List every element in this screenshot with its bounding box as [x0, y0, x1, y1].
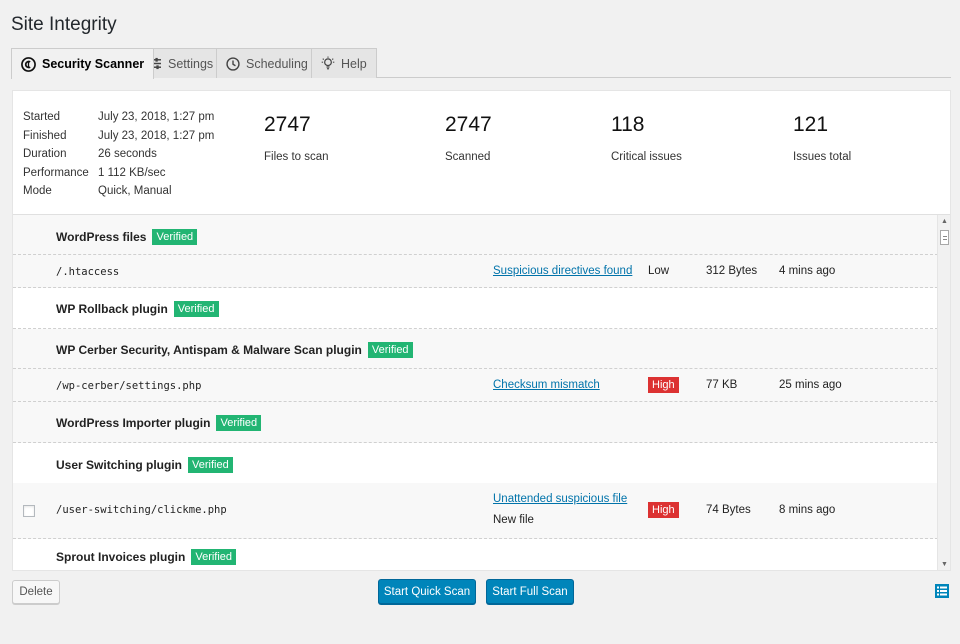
section-name: WP Cerber Security, Antispam & Malware S… — [56, 343, 362, 357]
file-time: 4 mins ago — [779, 265, 836, 277]
scroll-thumb[interactable] — [940, 230, 949, 245]
scroll-up-arrow-icon[interactable]: ▲ — [938, 215, 951, 227]
file-size: 312 Bytes — [706, 265, 758, 277]
meta-label-finished: Finished — [23, 129, 67, 142]
meta-value-performance: 1 112 KB/sec — [98, 166, 166, 179]
tab-label: Help — [341, 56, 367, 71]
tab-help[interactable]: Help — [311, 48, 377, 78]
issue-link[interactable]: Checksum mismatch — [493, 379, 600, 391]
section-header-row: WordPress files Verified — [13, 215, 938, 255]
lightbulb-icon — [321, 56, 335, 71]
section-title: Sprout Invoices plugin Verified — [56, 549, 237, 565]
stat-value: 2747 — [264, 113, 311, 136]
section-title: WP Rollback plugin Verified — [56, 301, 219, 317]
tab-security-scanner[interactable]: Security Scanner — [11, 48, 155, 79]
verified-badge: Verified — [152, 229, 198, 245]
section-header-row: User Switching plugin Verified — [13, 443, 938, 483]
stat-critical-issues: 118 Critical issues — [611, 113, 682, 163]
meta-label-mode: Mode — [23, 185, 52, 197]
file-path: /wp-cerber/settings.php — [56, 380, 202, 392]
file-path: /user-switching/clickme.php — [56, 504, 227, 516]
meta-value-duration: 26 seconds — [98, 148, 157, 160]
section-header-row: WP Cerber Security, Antispam & Malware S… — [13, 329, 938, 369]
file-time: 25 mins ago — [779, 379, 842, 391]
section-title: WordPress files Verified — [56, 229, 198, 245]
section-name: WordPress Importer plugin — [56, 416, 211, 430]
stat-value: 118 — [611, 113, 645, 136]
section-title: WordPress Importer plugin Verified — [56, 415, 262, 431]
section-title: WP Cerber Security, Antispam & Malware S… — [56, 342, 413, 358]
verified-badge: Verified — [191, 549, 237, 565]
verified-badge: Verified — [188, 457, 233, 473]
page-title: Site Integrity — [11, 14, 117, 35]
scan-meta: Started July 23, 2018, 1:27 pm Finished Ju… — [23, 111, 214, 204]
severity-badge: High — [648, 502, 679, 518]
tab-scheduling[interactable]: Scheduling — [216, 48, 318, 78]
stat-label: Files to scan — [264, 151, 329, 163]
list-view-icon[interactable] — [935, 584, 949, 598]
scan-results-panel: Started July 23, 2018, 1:27 pm Finished Ju… — [12, 90, 951, 571]
severity-badge: High — [648, 377, 679, 393]
scan-results-list: WordPress files Verified /.htaccess Susp… — [13, 215, 938, 570]
meta-label-performance: Performance — [23, 166, 89, 179]
section-name: WP Rollback plugin — [56, 302, 168, 316]
verified-badge: Verified — [216, 415, 262, 431]
meta-label-started: Started — [23, 111, 61, 123]
cerber-logo-icon — [21, 56, 36, 72]
tab-label: Settings — [168, 56, 214, 71]
issue-link[interactable]: Suspicious directives found — [493, 265, 632, 277]
verified-badge: Verified — [173, 301, 219, 317]
section-name: WordPress files — [56, 230, 147, 244]
issue-subtext: New file — [493, 514, 534, 526]
meta-value-started: July 23, 2018, 1:27 pm — [98, 111, 215, 123]
section-header-row: WP Rollback plugin Verified — [13, 288, 938, 329]
stat-value: 2747 — [445, 113, 492, 136]
file-size: 74 Bytes — [706, 504, 751, 516]
stat-label: Scanned — [445, 151, 491, 163]
tab-label: Scheduling — [246, 56, 308, 71]
file-size: 77 KB — [706, 379, 738, 391]
issue-link[interactable]: Unattended suspicious file — [493, 493, 627, 505]
section-header-row: Sprout Invoices plugin Verified — [13, 539, 938, 570]
meta-value-finished: July 23, 2018, 1:27 pm — [98, 129, 215, 142]
scan-summary: Started July 23, 2018, 1:27 pm Finished Ju… — [13, 91, 950, 215]
meta-label-duration: Duration — [23, 148, 67, 160]
results-scrollbar[interactable]: ▲ ▼ — [937, 215, 950, 570]
meta-value-mode: Quick, Manual — [98, 185, 172, 197]
file-row: /.htaccess Suspicious directives found L… — [13, 255, 938, 288]
tab-label: Security Scanner — [42, 57, 145, 71]
row-checkbox[interactable] — [23, 505, 35, 517]
start-full-scan-button[interactable]: Start Full Scan — [486, 579, 574, 604]
stat-files-to-scan: 2747 Files to scan — [264, 113, 329, 163]
section-header-row: WordPress Importer plugin Verified — [13, 402, 938, 443]
section-name: User Switching plugin — [56, 458, 183, 472]
start-quick-scan-button[interactable]: Start Quick Scan — [378, 579, 476, 604]
file-time: 8 mins ago — [779, 504, 836, 516]
stat-scanned: 2747 Scanned — [445, 113, 492, 163]
stat-value: 121 — [793, 113, 829, 136]
tab-bar: Security Scanner Settings Scheduling Hel… — [11, 48, 951, 79]
stat-label: Issues total — [793, 151, 852, 163]
file-row: /wp-cerber/settings.php Checksum mismatc… — [13, 369, 938, 402]
verified-badge: Verified — [367, 342, 413, 358]
delete-button[interactable]: Delete — [12, 580, 60, 604]
section-name: Sprout Invoices plugin — [56, 550, 186, 564]
clock-icon — [226, 56, 240, 71]
file-row: /user-switching/clickme.php Unattended s… — [13, 483, 938, 539]
section-title: User Switching plugin Verified — [56, 457, 233, 473]
severity-label: Low — [648, 265, 670, 277]
stat-label: Critical issues — [611, 151, 682, 163]
scroll-down-arrow-icon[interactable]: ▼ — [938, 558, 951, 570]
file-path: /.htaccess — [56, 266, 120, 278]
stat-issues-total: 121 Issues total — [793, 113, 851, 163]
